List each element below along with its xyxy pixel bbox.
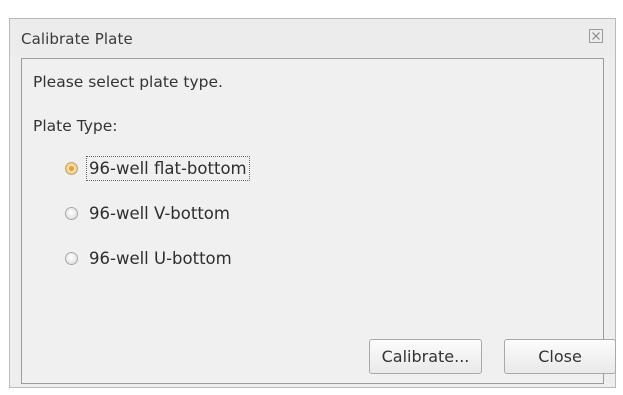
plate-selection-panel: Please select plate type. Plate Type: 96… xyxy=(21,58,616,384)
dialog-title: Calibrate Plate xyxy=(21,30,133,48)
plate-type-label: Plate Type: xyxy=(33,117,118,135)
calibrate-button[interactable]: Calibrate... xyxy=(369,339,482,374)
dialog-titlebar: Calibrate Plate xyxy=(10,19,615,55)
radio-option-flat-bottom[interactable]: 96-well flat-bottom xyxy=(65,155,250,181)
radio-button[interactable] xyxy=(65,206,78,220)
radio-label-v-bottom: 96-well V-bottom xyxy=(89,203,230,223)
close-button[interactable]: Close xyxy=(504,339,616,374)
radio-button[interactable] xyxy=(65,251,78,265)
radio-button-selected[interactable] xyxy=(65,161,78,175)
radio-label-u-bottom: 96-well U-bottom xyxy=(89,248,232,268)
instruction-text: Please select plate type. xyxy=(33,73,223,91)
radio-option-u-bottom[interactable]: 96-well U-bottom xyxy=(65,245,235,271)
radio-label-flat-bottom: 96-well flat-bottom xyxy=(86,155,250,181)
close-x-icon[interactable] xyxy=(588,28,604,44)
radio-option-v-bottom[interactable]: 96-well V-bottom xyxy=(65,200,233,226)
calibrate-plate-dialog: Calibrate Plate Please select plate type… xyxy=(9,18,616,388)
